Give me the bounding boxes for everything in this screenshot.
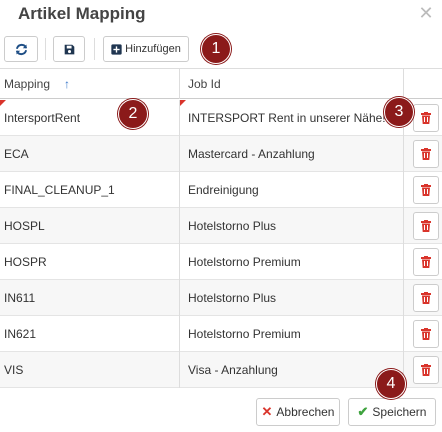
table-row[interactable]: FINAL_CLEANUP_1 Endreinigung: [0, 172, 442, 208]
column-header-actions: [404, 69, 442, 99]
job-id-cell[interactable]: Hotelstorno Premium: [180, 316, 404, 352]
step-badge-2: 2: [118, 99, 148, 129]
column-header-mapping-label: Mapping: [4, 77, 51, 91]
job-id-cell[interactable]: Hotelstorno Plus: [180, 280, 404, 316]
step-badge-3: 3: [384, 97, 414, 127]
trash-icon: [421, 292, 431, 304]
delete-row-button[interactable]: [413, 104, 439, 132]
grid-header: Mapping ↑ Job Id: [0, 69, 442, 99]
step-badge-4: 4: [376, 369, 406, 399]
check-icon: ✔: [357, 404, 369, 419]
mapping-cell[interactable]: ECA: [0, 136, 180, 172]
title-bar: Artikel Mapping ✕: [0, 0, 442, 30]
column-header-job-id[interactable]: Job Id: [180, 69, 404, 99]
job-id-cell[interactable]: Hotelstorno Premium: [180, 244, 404, 280]
step-badge-1: 1: [201, 34, 231, 64]
mapping-cell[interactable]: HOSPL: [0, 208, 180, 244]
refresh-button[interactable]: [4, 36, 38, 62]
delete-row-button[interactable]: [413, 212, 439, 240]
delete-row-button[interactable]: [413, 140, 439, 168]
mapping-cell[interactable]: HOSPR: [0, 244, 180, 280]
save-changes-button[interactable]: ✔ Speichern: [348, 398, 436, 426]
delete-row-button[interactable]: [413, 248, 439, 276]
delete-row-button[interactable]: [413, 356, 439, 384]
mapping-cell[interactable]: IntersportRent: [0, 100, 180, 136]
mapping-grid: Mapping ↑ Job Id IntersportRent INTERSPOR…: [0, 68, 442, 388]
table-row[interactable]: HOSPL Hotelstorno Plus: [0, 208, 442, 244]
trash-icon: [421, 148, 431, 160]
cancel-x-icon: ✕: [261, 404, 273, 419]
trash-icon: [421, 364, 431, 376]
toolbar-divider: [94, 38, 95, 60]
dialog-title: Artikel Mapping: [18, 4, 146, 23]
dialog-footer: ✕ Abbrechen ✔ Speichern: [0, 388, 442, 432]
mapping-cell[interactable]: FINAL_CLEANUP_1: [0, 172, 180, 208]
job-id-cell[interactable]: Visa - Anzahlung: [180, 352, 404, 388]
refresh-icon: [15, 43, 27, 55]
cancel-button[interactable]: ✕ Abbrechen: [256, 398, 340, 426]
cancel-button-label: Abbrechen: [276, 405, 335, 419]
add-button-label: Hinzufügen: [125, 43, 181, 55]
table-row[interactable]: HOSPR Hotelstorno Premium: [0, 244, 442, 280]
job-id-cell[interactable]: INTERSPORT Rent in unserer Nähe!: [180, 100, 404, 136]
trash-icon: [421, 220, 431, 232]
table-row[interactable]: ECA Mastercard - Anzahlung: [0, 136, 442, 172]
trash-icon: [421, 184, 431, 196]
table-row[interactable]: IntersportRent INTERSPORT Rent in unsere…: [0, 100, 442, 136]
add-button[interactable]: Hinzufügen: [103, 36, 189, 62]
save-button[interactable]: [53, 36, 85, 62]
trash-icon: [421, 328, 431, 340]
job-id-cell[interactable]: Mastercard - Anzahlung: [180, 136, 404, 172]
floppy-disk-icon: [64, 44, 74, 54]
toolbar-divider: [45, 38, 46, 60]
save-changes-button-label: Speichern: [372, 405, 427, 419]
job-id-cell[interactable]: Hotelstorno Plus: [180, 208, 404, 244]
column-header-job-id-label: Job Id: [188, 77, 221, 91]
job-id-cell[interactable]: Endreinigung: [180, 172, 404, 208]
mapping-cell[interactable]: IN611: [0, 280, 180, 316]
table-row[interactable]: IN621 Hotelstorno Premium: [0, 316, 442, 352]
column-header-mapping[interactable]: Mapping ↑: [0, 69, 180, 99]
mapping-cell[interactable]: IN621: [0, 316, 180, 352]
trash-icon: [421, 256, 431, 268]
table-row[interactable]: IN611 Hotelstorno Plus: [0, 280, 442, 316]
delete-row-button[interactable]: [413, 284, 439, 312]
delete-row-button[interactable]: [413, 320, 439, 348]
artikel-mapping-dialog: Artikel Mapping ✕ Hinzufügen Mapping ↑ J…: [0, 0, 442, 432]
trash-icon: [421, 112, 431, 124]
mapping-cell[interactable]: VIS: [0, 352, 180, 388]
delete-row-button[interactable]: [413, 176, 439, 204]
close-icon[interactable]: ✕: [416, 3, 436, 23]
sort-ascending-icon: ↑: [64, 77, 71, 91]
plus-square-icon: [111, 43, 122, 55]
